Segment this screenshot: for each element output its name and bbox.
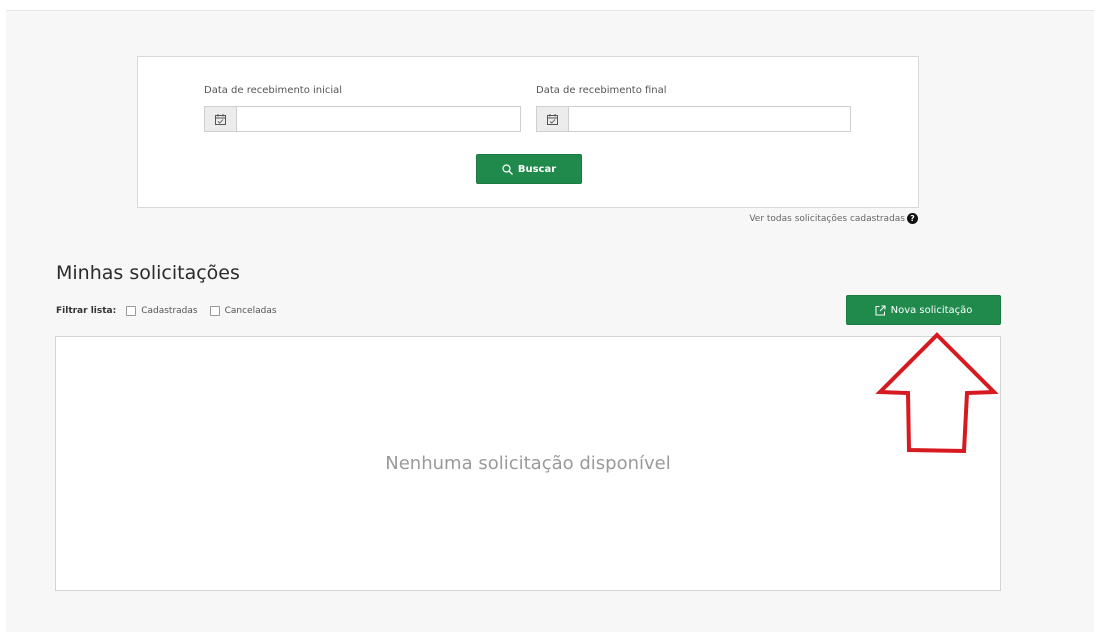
red-arrow-annotation-icon <box>875 332 999 454</box>
filter-registered-checkbox[interactable]: Cadastradas <box>126 306 198 316</box>
filter-cancelled-checkbox[interactable]: Canceladas <box>209 306 277 316</box>
requests-list-panel: Nenhuma solicitação disponível <box>55 336 1001 591</box>
end-date-group <box>536 106 851 132</box>
filter-list-label: Filtrar lista: <box>56 306 117 316</box>
end-date-label: Data de recebimento final <box>536 85 667 96</box>
filter-registered-label: Cadastradas <box>141 306 198 316</box>
checkbox-box[interactable] <box>126 306 137 316</box>
start-date-input[interactable] <box>237 107 520 131</box>
external-link-icon <box>875 305 886 315</box>
calendar-icon[interactable] <box>537 107 569 131</box>
end-date-input[interactable] <box>569 107 850 131</box>
search-button-label: Buscar <box>517 163 557 175</box>
page-title: Minhas solicitações <box>56 262 240 284</box>
see-all-requests-link[interactable]: Ver todas solicitações cadastradas ? <box>700 213 918 224</box>
calendar-icon[interactable] <box>205 107 237 131</box>
search-icon <box>502 163 513 175</box>
help-icon[interactable]: ? <box>907 213 918 224</box>
start-date-label: Data de recebimento inicial <box>204 85 343 96</box>
filter-cancelled-label: Canceladas <box>224 306 277 316</box>
date-filter-card: Data de recebimento inicial Data de rece… <box>137 56 919 208</box>
checkbox-box[interactable] <box>209 306 220 316</box>
new-request-button[interactable]: Nova solicitação <box>846 295 1001 325</box>
new-request-button-label: Nova solicitação <box>890 304 973 316</box>
start-date-group <box>204 106 521 132</box>
see-all-requests-text[interactable]: Ver todas solicitações cadastradas <box>749 214 905 224</box>
search-button[interactable]: Buscar <box>476 154 582 184</box>
list-filter-row: Filtrar lista: Cadastradas Canceladas <box>56 306 289 316</box>
empty-list-message: Nenhuma solicitação disponível <box>385 453 671 474</box>
